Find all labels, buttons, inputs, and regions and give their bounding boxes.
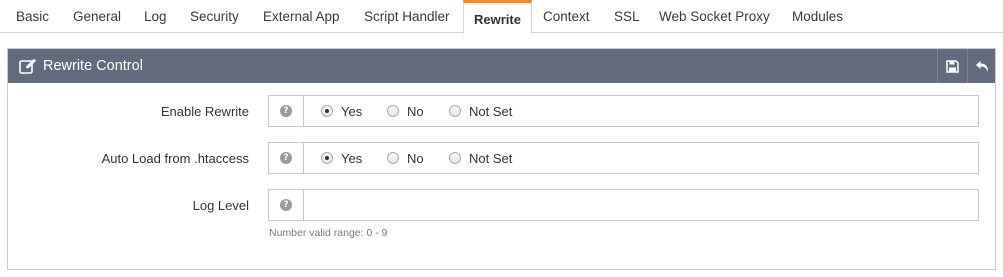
help-icon: ?: [280, 105, 292, 117]
panel-title: Rewrite Control: [43, 58, 143, 74]
tab-log[interactable]: Log: [144, 0, 167, 33]
log-level-field: ?: [268, 189, 979, 221]
log-level-label: Log Level: [192, 198, 249, 213]
tab-rewrite[interactable]: Rewrite: [463, 0, 532, 34]
enable-rewrite-label: Enable Rewrite: [160, 104, 249, 119]
enable-rewrite-field: ? Yes No Not Set: [268, 95, 979, 127]
enable-rewrite-not-set-radio[interactable]: Not Set: [449, 96, 512, 126]
tab-general[interactable]: General: [73, 0, 121, 33]
enable-rewrite-help[interactable]: ?: [269, 96, 304, 126]
log-level-hint: Number valid range: 0 - 9: [269, 227, 388, 239]
tab-script-handler[interactable]: Script Handler: [364, 0, 450, 33]
radio-label: No: [407, 150, 424, 166]
radio-label: Yes: [341, 103, 363, 119]
auto-load-yes-radio[interactable]: Yes: [321, 143, 362, 173]
auto-load-field: ? Yes No Not Set: [268, 142, 979, 174]
undo-icon: [976, 60, 988, 72]
radio-unchecked-icon: [387, 152, 399, 164]
radio-unchecked-icon: [449, 105, 461, 117]
tab-ssl[interactable]: SSL: [614, 0, 640, 33]
auto-load-not-set-radio[interactable]: Not Set: [449, 143, 512, 173]
tab-external-app[interactable]: External App: [263, 0, 340, 33]
panel-header: Rewrite Control: [8, 49, 995, 83]
radio-unchecked-icon: [449, 152, 461, 164]
enable-rewrite-no-radio[interactable]: No: [387, 96, 424, 126]
tab-security[interactable]: Security: [190, 0, 239, 33]
back-button[interactable]: [968, 49, 997, 83]
tab-modules[interactable]: Modules: [792, 0, 843, 33]
save-icon: [946, 59, 959, 73]
enable-rewrite-yes-radio[interactable]: Yes: [321, 96, 362, 126]
tab-basic[interactable]: Basic: [16, 0, 49, 33]
auto-load-help[interactable]: ?: [269, 143, 304, 173]
log-level-input[interactable]: [305, 190, 978, 220]
radio-label: Not Set: [469, 103, 513, 119]
radio-label: Yes: [341, 150, 363, 166]
radio-unchecked-icon: [387, 105, 399, 117]
auto-load-no-radio[interactable]: No: [387, 143, 424, 173]
log-level-help[interactable]: ?: [269, 190, 304, 220]
auto-load-label: Auto Load from .htaccess: [101, 151, 249, 166]
radio-checked-icon: [321, 152, 333, 164]
help-icon: ?: [280, 152, 292, 164]
tab-web-socket-proxy[interactable]: Web Socket Proxy: [659, 0, 770, 33]
radio-label: Not Set: [469, 150, 513, 166]
radio-label: No: [407, 103, 424, 119]
tab-bar: Basic General Log Security External App …: [0, 0, 1003, 34]
help-icon: ?: [280, 199, 292, 211]
tab-context[interactable]: Context: [543, 0, 590, 33]
edit-icon: [19, 58, 36, 74]
save-button[interactable]: [938, 49, 967, 83]
radio-checked-icon: [321, 105, 333, 117]
